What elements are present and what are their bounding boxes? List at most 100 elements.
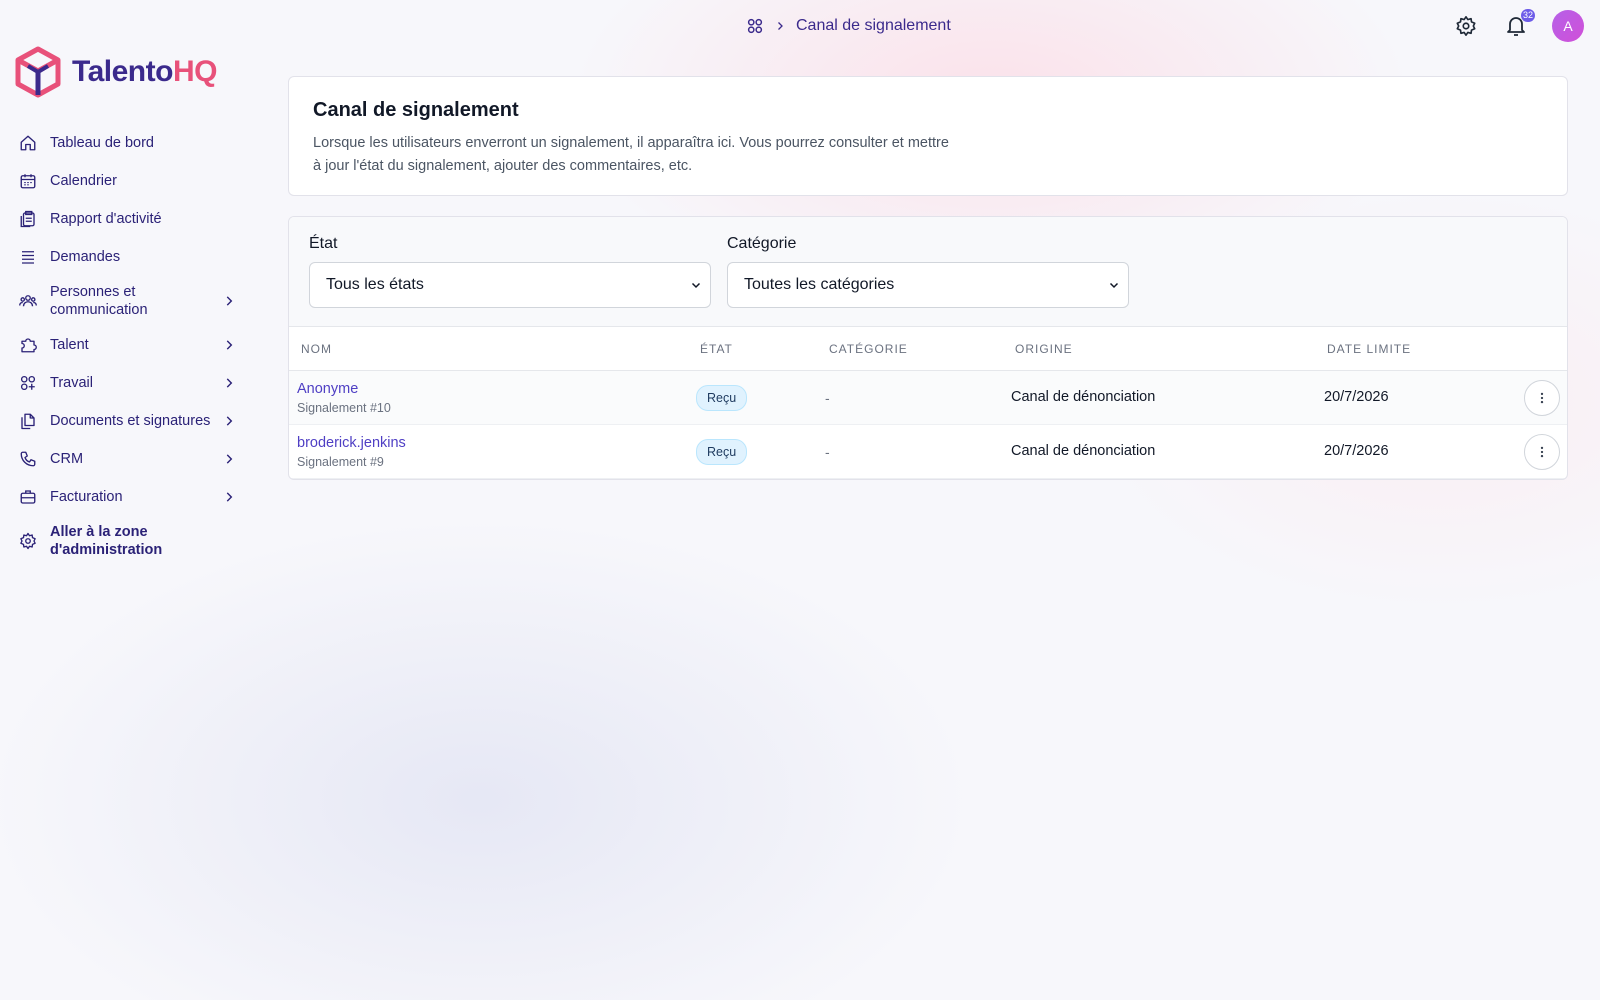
name-cell: Anonyme Signalement #10 bbox=[297, 381, 391, 415]
state-select[interactable]: Tous les états bbox=[309, 262, 711, 308]
gear-icon bbox=[1456, 16, 1476, 36]
category-select[interactable]: Toutes les catégories bbox=[727, 262, 1129, 308]
grid-plus-icon bbox=[18, 373, 38, 393]
deadline-cell: 20/7/2026 bbox=[1324, 389, 1389, 405]
row-menu-button[interactable] bbox=[1524, 434, 1560, 470]
notifications-button[interactable]: 32 bbox=[1502, 9, 1535, 40]
chevron-right-icon bbox=[226, 492, 233, 502]
sidebar-item-facturation[interactable]: Facturation bbox=[14, 478, 246, 516]
sidebar-item-personnes-communication[interactable]: Personnes et communication bbox=[14, 276, 246, 326]
more-vertical-icon bbox=[1540, 392, 1544, 404]
users-icon bbox=[18, 291, 38, 311]
sidebar-item-label: CRM bbox=[50, 451, 84, 467]
phone-icon bbox=[18, 449, 38, 469]
row-actions bbox=[1524, 434, 1560, 470]
chevron-right-icon bbox=[226, 340, 233, 350]
breadcrumb: Canal de signalement bbox=[746, 16, 951, 36]
sidebar-item-label: Demandes bbox=[50, 249, 121, 265]
name-cell: broderick.jenkins Signalement #9 bbox=[297, 435, 406, 469]
category-cell: - bbox=[825, 390, 830, 406]
calendar-icon bbox=[18, 171, 38, 191]
page-title: Canal de signalement bbox=[313, 99, 519, 121]
sidebar-item-label: Rapport d'activité bbox=[50, 211, 162, 227]
home-icon bbox=[18, 133, 38, 153]
state-filter-label: État bbox=[309, 235, 338, 252]
sidebar-item-demandes[interactable]: Demandes bbox=[14, 238, 246, 276]
sidebar-item-crm[interactable]: CRM bbox=[14, 440, 246, 478]
status-badge: Reçu bbox=[696, 385, 748, 411]
state-filter: État Tous les états bbox=[309, 235, 711, 308]
sidebar-item-label: Calendrier bbox=[50, 173, 117, 189]
sidebar-item-label: Talent bbox=[50, 337, 89, 353]
reports-table-card: État Tous les états Catégorie Toutes les… bbox=[288, 216, 1568, 480]
state-cell: Reçu bbox=[696, 439, 748, 465]
sidebar-nav: Tableau de bord Calendrier Rapport d'act… bbox=[14, 124, 246, 566]
category-filter-label: Catégorie bbox=[727, 235, 797, 252]
column-header-deadline[interactable]: DATE LIMITE bbox=[1327, 342, 1411, 356]
column-header-category[interactable]: CATÉGORIE bbox=[829, 342, 908, 356]
sidebar-item-label: Facturation bbox=[50, 489, 123, 505]
stack-icon bbox=[18, 247, 38, 267]
state-select-value: Tous les états bbox=[326, 276, 424, 293]
brand-logo[interactable]: TalentoHQ bbox=[14, 46, 217, 98]
filters-bar: État Tous les états Catégorie Toutes les… bbox=[289, 217, 1567, 327]
sidebar-item-talent[interactable]: Talent bbox=[14, 326, 246, 364]
status-badge: Reçu bbox=[696, 439, 748, 465]
page-description: Lorsque les utilisateurs enverront un si… bbox=[313, 135, 949, 174]
deadline-cell: 20/7/2026 bbox=[1324, 443, 1389, 459]
row-actions bbox=[1524, 380, 1560, 416]
state-cell: Reçu bbox=[696, 385, 748, 411]
brand-name: TalentoHQ bbox=[72, 55, 217, 88]
sidebar-item-label: Aller à la zone d'administration bbox=[50, 524, 163, 558]
table-body: Anonyme Signalement #10 Reçu - Canal de … bbox=[289, 371, 1567, 479]
table-row: broderick.jenkins Signalement #9 Reçu - … bbox=[289, 425, 1567, 479]
origin-cell: Canal de dénonciation bbox=[1011, 443, 1156, 459]
sidebar-item-rapport-activite[interactable]: Rapport d'activité bbox=[14, 200, 246, 238]
chevron-right-icon bbox=[226, 454, 233, 464]
more-vertical-icon bbox=[1540, 446, 1544, 458]
report-ref: Signalement #9 bbox=[297, 455, 384, 469]
clipboard-icon bbox=[18, 209, 38, 229]
category-select-value: Toutes les catégories bbox=[744, 276, 895, 293]
report-ref: Signalement #10 bbox=[297, 401, 391, 415]
origin-cell: Canal de dénonciation bbox=[1011, 389, 1156, 405]
briefcase-icon bbox=[18, 487, 38, 507]
sidebar-item-label: Personnes et communication bbox=[50, 284, 148, 318]
sidebar-item-label: Travail bbox=[50, 375, 93, 391]
documents-icon bbox=[18, 411, 38, 431]
notification-count-badge: 32 bbox=[1520, 9, 1535, 22]
sidebar-item-label: Documents et signatures bbox=[50, 413, 211, 429]
apps-grid-icon[interactable] bbox=[746, 17, 764, 35]
category-cell: - bbox=[825, 444, 830, 460]
chevron-right-icon bbox=[226, 378, 233, 388]
gear-icon bbox=[18, 531, 38, 551]
report-name-link[interactable]: Anonyme bbox=[297, 381, 391, 397]
cube-logo-icon bbox=[15, 46, 61, 98]
avatar[interactable]: A bbox=[1552, 10, 1584, 42]
sidebar-item-label: Tableau de bord bbox=[50, 135, 154, 151]
column-header-name[interactable]: NOM bbox=[301, 342, 332, 356]
report-name-link[interactable]: broderick.jenkins bbox=[297, 435, 406, 451]
sidebar-item-documents-signatures[interactable]: Documents et signatures bbox=[14, 402, 246, 440]
chevron-down-icon bbox=[691, 282, 701, 289]
breadcrumb-current: Canal de signalement bbox=[796, 17, 951, 34]
sidebar-item-admin-zone[interactable]: Aller à la zone d'administration bbox=[14, 516, 246, 566]
table-header: NOM ÉTAT CATÉGORIE ORIGINE DATE LIMITE bbox=[289, 327, 1567, 371]
column-header-state[interactable]: ÉTAT bbox=[700, 342, 733, 356]
chevron-down-icon bbox=[1109, 282, 1119, 289]
row-menu-button[interactable] bbox=[1524, 380, 1560, 416]
sidebar-item-calendrier[interactable]: Calendrier bbox=[14, 162, 246, 200]
sidebar: TalentoHQ Tableau de bord Calendrier Rap… bbox=[0, 0, 260, 1000]
chevron-right-icon bbox=[226, 296, 233, 306]
intro-card: Canal de signalement Lorsque les utilisa… bbox=[288, 76, 1568, 196]
sidebar-item-travail[interactable]: Travail bbox=[14, 364, 246, 402]
table-row: Anonyme Signalement #10 Reçu - Canal de … bbox=[289, 371, 1567, 425]
puzzle-icon bbox=[18, 335, 38, 355]
chevron-right-icon bbox=[778, 22, 783, 30]
chevron-right-icon bbox=[226, 416, 233, 426]
sidebar-item-tableau-de-bord[interactable]: Tableau de bord bbox=[14, 124, 246, 162]
category-filter: Catégorie Toutes les catégories bbox=[727, 235, 1129, 308]
header-actions: 32 A bbox=[1452, 9, 1584, 42]
settings-button[interactable] bbox=[1452, 12, 1480, 40]
column-header-origin[interactable]: ORIGINE bbox=[1015, 342, 1073, 356]
